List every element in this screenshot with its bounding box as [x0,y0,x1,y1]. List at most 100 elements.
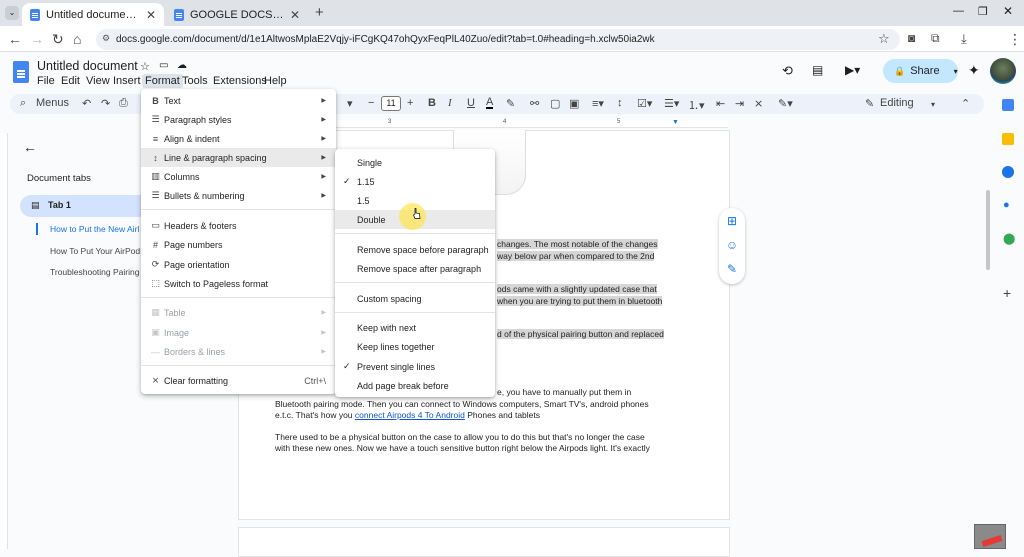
add-comment-icon[interactable]: ▢ [550,97,560,110]
menu-help[interactable]: Help [261,74,290,88]
font-size-field[interactable]: 11 [381,96,401,111]
italic-icon[interactable]: I [448,97,452,109]
new-tab-button[interactable]: + [315,4,324,21]
forward-arrow-icon[interactable]: → [30,31,44,47]
undo-icon[interactable]: ↶ [82,97,91,110]
star-icon[interactable]: ☆ [140,60,150,73]
format-menu-item-clear-formatting[interactable]: ⨯ Clear formatting Ctrl+\ [141,371,336,390]
menus-search-label[interactable]: Menus [36,97,69,109]
redo-icon[interactable]: ↷ [101,97,110,110]
spacing-prevent-single-lines[interactable]: ✓ Prevent single lines [335,357,495,376]
keep-icon[interactable] [1002,133,1014,145]
tab-item-tab1[interactable]: ▤ Tab 1 [20,195,145,217]
back-arrow-icon[interactable]: ← [8,31,22,47]
format-menu-item-bullets[interactable]: ☰ Bullets & numbering ▶ [141,186,336,205]
numbered-list-icon[interactable]: ⒈▾ [688,97,705,113]
chevron-down-icon[interactable]: ▾ [931,100,935,109]
spacing-page-break-before[interactable]: Add page break before [335,376,495,395]
format-menu-item-pageless[interactable]: ⬚ Switch to Pageless format [141,274,336,293]
download-icon[interactable]: ⤓ [961,31,967,47]
editing-mode-label[interactable]: Editing [880,97,914,109]
url-field[interactable]: ⚙ docs.google.com/document/d/1e1AltwosMp… [96,29,900,50]
contacts-icon[interactable]: ● [1003,199,1010,211]
format-menu-item-align-indent[interactable]: ≡ Align & indent ▶ [141,129,336,148]
meet-icon[interactable]: ▶▾ [845,63,860,77]
google-docs-logo-icon[interactable] [13,61,29,83]
doc-link[interactable]: connect Airpods 4 To Android [355,410,465,420]
spacing-single[interactable]: Single [335,153,495,172]
format-menu-item-borders[interactable]: — Borders & lines ▶ [141,342,336,361]
chevron-down-icon[interactable]: ▾ [954,67,958,76]
menu-edit[interactable]: Edit [58,74,83,88]
outline-item[interactable]: How to Put the New Airl [50,224,139,234]
vertical-scrollbar[interactable] [986,190,990,270]
avatar[interactable] [990,58,1016,84]
bold-icon[interactable]: B [428,97,436,109]
maps-icon[interactable]: ⬤ [1003,232,1015,245]
align-icon[interactable]: ≡▾ [592,97,604,110]
minimize-button[interactable]: — [953,5,964,17]
format-menu-item-paragraph-styles[interactable]: ☰ Paragraph styles ▶ [141,110,336,129]
move-folder-icon[interactable]: ▭ [159,60,168,71]
suggest-edits-icon[interactable]: ✎ [722,262,742,282]
spacing-remove-after[interactable]: Remove space after paragraph [335,259,495,278]
link-icon[interactable]: ⚯ [530,97,539,110]
cloud-saved-icon[interactable]: ☁ [177,60,187,71]
highlight-icon[interactable]: ✎ [506,97,515,110]
tasks-icon[interactable] [1002,166,1014,178]
pen-icon[interactable]: ✎▾ [778,97,793,110]
browser-tab[interactable]: GOOGLE DOCS: - Google Docs ✕ [166,3,308,26]
plus-icon[interactable]: + [407,97,413,109]
checklist-icon[interactable]: ☑▾ [637,97,652,110]
outline-item[interactable]: Troubleshooting Pairing [50,267,139,277]
browser-tab-active[interactable]: Untitled document - Google Docs ✕ [22,3,164,26]
chevron-up-icon[interactable]: ⌃ [961,97,970,110]
decrease-indent-icon[interactable]: ⇤ [716,97,725,110]
format-menu-item-text[interactable]: B Text ▶ [141,91,336,110]
line-spacing-icon[interactable]: ↕ [617,97,623,109]
format-menu-item-page-orientation[interactable]: ⟳ Page orientation [141,255,336,274]
bookmark-star-icon[interactable]: ☆ [878,31,890,47]
restore-button[interactable]: ❐ [978,5,988,18]
extensions-icon[interactable]: ⧉ [931,31,940,46]
menu-tools[interactable]: Tools [179,74,211,88]
format-menu-item-page-numbers[interactable]: # Page numbers [141,235,336,254]
format-menu-item-line-spacing[interactable]: ↕ Line & paragraph spacing ▶ [141,148,336,167]
spacing-1-15[interactable]: ✓ 1.15 [335,172,495,191]
bulleted-list-icon[interactable]: ☰▾ [664,97,679,110]
camera-extension-icon[interactable]: ◙ [908,31,915,45]
menu-format[interactable]: Format [142,74,183,88]
search-icon[interactable]: ⌕ [20,97,26,110]
share-button[interactable]: 🔒 Share ▾ [883,59,958,83]
reload-icon[interactable]: ↻ [52,31,64,48]
menu-insert[interactable]: Insert [110,74,144,88]
version-history-icon[interactable]: ⟲ [782,63,793,79]
format-menu-item-image[interactable]: ▣ Image ▶ [141,323,336,342]
format-menu-item-columns[interactable]: ▥ Columns ▶ [141,167,336,186]
underline-icon[interactable]: U [467,97,475,109]
close-window-button[interactable]: ✕ [1003,4,1013,18]
print-icon[interactable]: ⎙ [119,97,128,110]
editing-mode-icon[interactable]: ✎ [865,97,874,110]
gemini-icon[interactable]: ✦ [968,62,980,79]
close-icon[interactable]: ✕ [290,8,300,22]
spacing-custom[interactable]: Custom spacing [335,289,495,308]
site-info-icon[interactable]: ⚙ [102,33,110,44]
calendar-icon[interactable] [1002,99,1014,111]
home-icon[interactable]: ⌂ [73,31,81,47]
add-comment-icon[interactable]: ⊞ [722,214,742,234]
font-size-decrease-icon[interactable]: ▾ [347,97,353,110]
minus-icon[interactable]: − [368,97,374,109]
comments-icon[interactable]: ▤ [812,63,823,77]
insert-image-icon[interactable]: ▣ [569,97,579,110]
clear-formatting-icon[interactable]: ⨯ [754,97,763,110]
spacing-keep-with-next[interactable]: Keep with next [335,318,495,337]
format-menu-item-headers-footers[interactable]: ▭ Headers & footers [141,216,336,235]
chrome-menu-icon[interactable]: ⋮ [1008,31,1022,48]
document-page[interactable] [238,527,730,557]
outline-item[interactable]: How To Put Your AirPod [50,246,140,256]
right-indent-marker[interactable]: ▼ [672,119,679,126]
close-icon[interactable]: ✕ [146,8,156,22]
menu-file[interactable]: File [34,74,58,88]
back-arrow-icon[interactable]: ← [23,139,37,155]
